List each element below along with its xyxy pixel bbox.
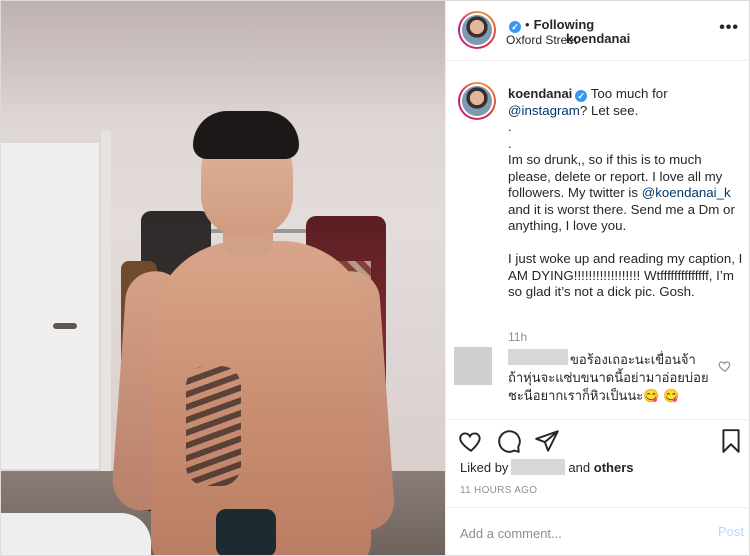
door-handle [53, 323, 77, 329]
caption-text: koendanai ✓ Too much for @instagram? Let … [508, 86, 744, 301]
instagram-post: koendanai ✓ • Following Oxford Street ••• k… [0, 0, 750, 556]
mention-twitter-link[interactable]: @koendanai_k [642, 185, 731, 200]
comment-line-3: ชะนีอยากเราก็หิวเป็นนะ😋 😋 [508, 388, 680, 403]
door [1, 141, 101, 471]
caption-username[interactable]: koendanai [508, 86, 572, 101]
liked-by-prefix: Liked by [460, 460, 509, 475]
comment-line-2: ถ้าหุ่นจะแซ่บขนาดนี้อย่ามาอ่อยบ่อย [508, 370, 709, 385]
comment-like-heart-icon[interactable] [718, 359, 732, 373]
location-link[interactable]: Oxford Street [506, 33, 577, 47]
bed-sheet [1, 513, 151, 555]
comment-text: ขอร้องเถอะนะเขื่อนจ้า ถ้าหุ่นจะแซ่บขนาดน… [508, 351, 718, 405]
avatar-image [460, 13, 494, 47]
tattoo [186, 366, 241, 486]
verified-icon: ✓ [509, 21, 521, 33]
caption-dot: . [508, 135, 512, 151]
likes-others-link[interactable]: others [594, 460, 634, 475]
door-frame [101, 131, 111, 481]
liker-name-redacted[interactable] [511, 459, 566, 475]
comment-input[interactable] [460, 522, 690, 544]
post-photo[interactable] [1, 1, 445, 555]
caption-avatar[interactable] [458, 82, 496, 120]
action-bar [446, 419, 749, 459]
commenter-avatar-redacted[interactable] [454, 347, 492, 385]
caption-time-ago: 11h [508, 330, 528, 344]
author-avatar[interactable] [458, 11, 496, 49]
post-comment-button[interactable]: Post [718, 524, 744, 539]
comment-icon[interactable] [496, 428, 522, 454]
wall-shadow [1, 1, 445, 121]
towel [216, 509, 276, 555]
caption-part1: Too much for [590, 86, 668, 101]
bookmark-icon[interactable] [718, 428, 744, 454]
separator-dot: • [525, 17, 530, 32]
following-button[interactable]: Following [534, 17, 595, 32]
caption-part5: I just woke up and reading my caption, I… [508, 251, 743, 299]
likes-summary: Liked by and others [460, 459, 633, 475]
person-hair [193, 111, 299, 159]
likes-and: and [568, 460, 591, 475]
post-header: koendanai ✓ • Following Oxford Street ••• [446, 1, 749, 61]
heart-icon[interactable] [458, 428, 484, 454]
verified-icon: ✓ [575, 90, 588, 102]
caption-part2: ? Let see. [579, 102, 639, 118]
post-date[interactable]: 11 HOURS AGO [460, 485, 537, 496]
avatar-image [460, 84, 494, 118]
comment-item: ขอร้องเถอะนะเขื่อนจ้า ถ้าหุ่นจะแซ่บขนาดน… [454, 345, 749, 415]
add-comment-bar: Post [446, 507, 749, 555]
mention-instagram-link[interactable]: @instagram [508, 103, 580, 118]
post-side-panel: koendanai ✓ • Following Oxford Street ••• k… [445, 1, 749, 555]
more-options-icon[interactable]: ••• [719, 19, 739, 37]
header-line: koendanai ✓ • Following [506, 16, 630, 46]
share-icon[interactable] [534, 428, 560, 454]
caption-part4: and it is worst there. Send me a Dm or a… [508, 201, 735, 234]
caption-dot: . [508, 119, 512, 134]
comment-line-1: ขอร้องเถอะนะเขื่อนจ้า [570, 352, 696, 367]
